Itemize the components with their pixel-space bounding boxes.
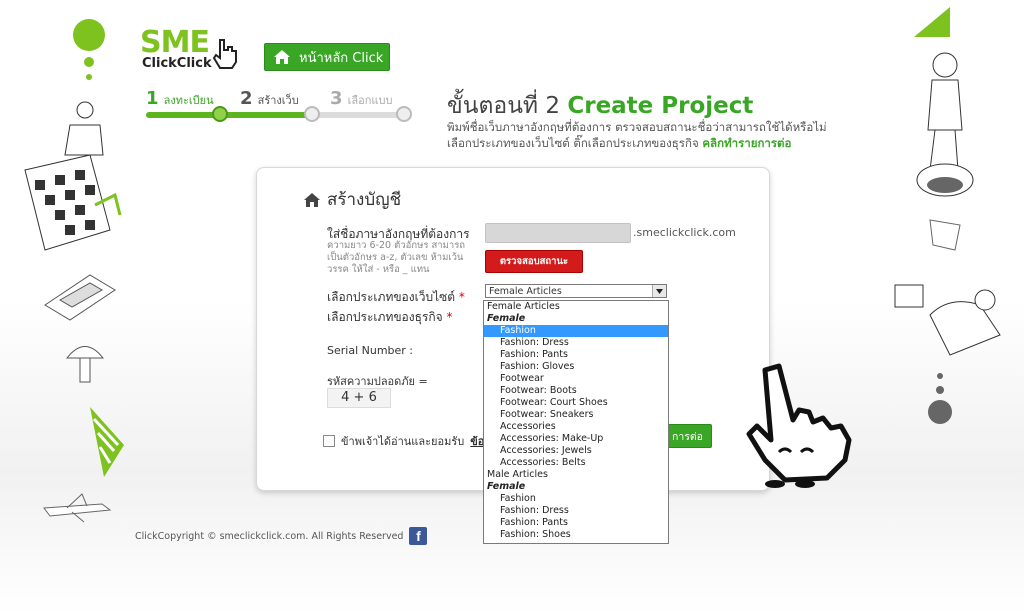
dropdown-option[interactable]: Fashion: Shoes (484, 529, 668, 541)
progress-track-fill (146, 112, 316, 118)
dropdown-option[interactable]: Accessories (484, 421, 668, 433)
logo-text-top: SME (140, 25, 210, 60)
subtitle-line-1: พิมพ์ชื่อเว็บภาษาอังกฤษที่ต้องการ ตรวจสอ… (447, 120, 827, 134)
dropdown-option[interactable]: Fashion: Pants (484, 349, 668, 361)
car-illustration (44, 274, 116, 321)
agree-text: ข้าพเจ้าได้อ่านและยอมรับ (341, 435, 465, 448)
dropdown-option[interactable]: Fashion: Pants (484, 517, 668, 529)
person-at-computer-illustration (894, 284, 1001, 356)
step-1-knob (212, 106, 228, 122)
required-mark: * (458, 290, 465, 304)
progress-steps: 1 ลงทะเบียน 2 สร้างเว็บ 3 เลือกแบบ (144, 88, 424, 128)
domain-suffix: .smeclickclick.com (633, 226, 736, 239)
logo[interactable]: SME ClickClick (140, 28, 240, 76)
step-1: 1 ลงทะเบียน (146, 88, 214, 109)
dropdown-option[interactable]: Footwear (484, 373, 668, 385)
subtitle-link[interactable]: คลิกทำรายการต่อ (702, 136, 791, 150)
page-subtitle: พิมพ์ชื่อเว็บภาษาอังกฤษที่ต้องการ ตรวจสอ… (447, 119, 827, 151)
facebook-icon[interactable]: f (409, 527, 428, 545)
green-triangle-decoration (90, 407, 124, 477)
step-2-label: สร้างเว็บ (257, 94, 299, 107)
dropdown-option[interactable]: Fashion (484, 493, 668, 505)
dropdown-option[interactable]: Footwear: Boots (484, 385, 668, 397)
business-type-label-text: เลือกประเภทของธุรกิจ (327, 310, 443, 324)
dropdown-option[interactable]: Fashion: Gloves (484, 361, 668, 373)
copyright-text: ClickCopyright © smeclickclick.com. All … (135, 530, 404, 542)
footer: ClickCopyright © smeclickclick.com. All … (135, 527, 428, 545)
airplane-illustration (43, 493, 112, 523)
green-triangle-decoration-top (914, 7, 950, 37)
home-icon (274, 50, 290, 64)
site-type-dropdown-list[interactable]: Female Articles Female Fashion Fashion: … (483, 300, 669, 544)
dropdown-option[interactable]: Male Articles (484, 469, 668, 481)
business-type-label: เลือกประเภทของธุรกิจ * (327, 308, 453, 327)
chevron-down-icon[interactable] (652, 285, 666, 297)
step-2-number: 2 (240, 88, 253, 109)
thought-bubble-decoration (73, 19, 105, 80)
girl-illustration (916, 52, 974, 197)
step-3-number: 3 (330, 88, 343, 109)
home-button[interactable]: หน้าหลัก Click (264, 43, 390, 71)
progress-track (146, 112, 412, 118)
dropdown-option[interactable]: Accessories: Belts (484, 457, 668, 469)
dropdown-optgroup: Female (487, 313, 526, 324)
home-button-label: หน้าหลัก Click (299, 50, 384, 66)
step-3-label: เลือกแบบ (347, 94, 393, 107)
agree-checkbox[interactable] (323, 435, 335, 447)
logo-text-bottom: ClickClick (142, 56, 212, 71)
card-title-text: สร้างบัญชี (327, 190, 402, 210)
domain-input[interactable] (485, 223, 631, 243)
hanging-ball-decoration (928, 373, 952, 424)
step-2: 2 สร้างเว็บ (240, 88, 299, 109)
subtitle-line-2: เลือกประเภทของเว็บไซต์ ติ๊กเลือกประเภทขอ… (447, 136, 699, 150)
step-3: 3 เลือกแบบ (330, 88, 392, 109)
site-type-select-value: Female Articles (489, 286, 562, 297)
domain-hint: ความยาว 6-20 ตัวอักษร สามารถเป็นตัวอักษร… (327, 240, 466, 275)
home-icon (304, 192, 320, 207)
character-illustration-left (24, 101, 122, 251)
serial-label: Serial Number : (327, 344, 414, 357)
page-title-prefix: ขั้นตอนที่ 2 (447, 93, 561, 119)
dropdown-optgroup: Female (487, 481, 526, 492)
step-1-number: 1 (146, 88, 159, 109)
dropdown-option[interactable]: Footwear: Sneakers (484, 409, 668, 421)
dropdown-option-selected[interactable]: Fashion (484, 325, 668, 337)
dropdown-option[interactable]: Fashion: Dress (484, 337, 668, 349)
step-1-label: ลงทะเบียน (163, 94, 214, 107)
site-type-label: เลือกประเภทของเว็บไซต์ * (327, 288, 465, 307)
hand-cursor-mascot (746, 363, 852, 488)
check-status-button[interactable]: ตรวจสอบสถานะ (485, 250, 583, 273)
site-type-select[interactable]: Female Articles (485, 284, 667, 298)
small-character-decoration (929, 219, 961, 251)
dropdown-option[interactable]: Accessories: Jewels (484, 445, 668, 457)
dropdown-option[interactable]: Footwear: Court Shoes (484, 397, 668, 409)
captcha-value: 4 + 6 (327, 388, 391, 408)
dropdown-option[interactable]: Accessories: Make-Up (484, 433, 668, 445)
hand-cursor-icon (212, 39, 237, 69)
page-title-en: Create Project (567, 93, 754, 119)
mushroom-illustration (65, 346, 105, 383)
site-type-label-text: เลือกประเภทของเว็บไซต์ (327, 290, 456, 304)
agree-row: ข้าพเจ้าได้อ่านและยอมรับ ข้อต (323, 432, 492, 450)
step-3-knob (396, 106, 412, 122)
dropdown-option[interactable]: Fashion: Dress (484, 505, 668, 517)
required-mark: * (446, 310, 453, 324)
dropdown-option[interactable]: Female Articles (484, 301, 668, 313)
card-title: สร้างบัญชี (303, 186, 401, 213)
step-2-knob (304, 106, 320, 122)
